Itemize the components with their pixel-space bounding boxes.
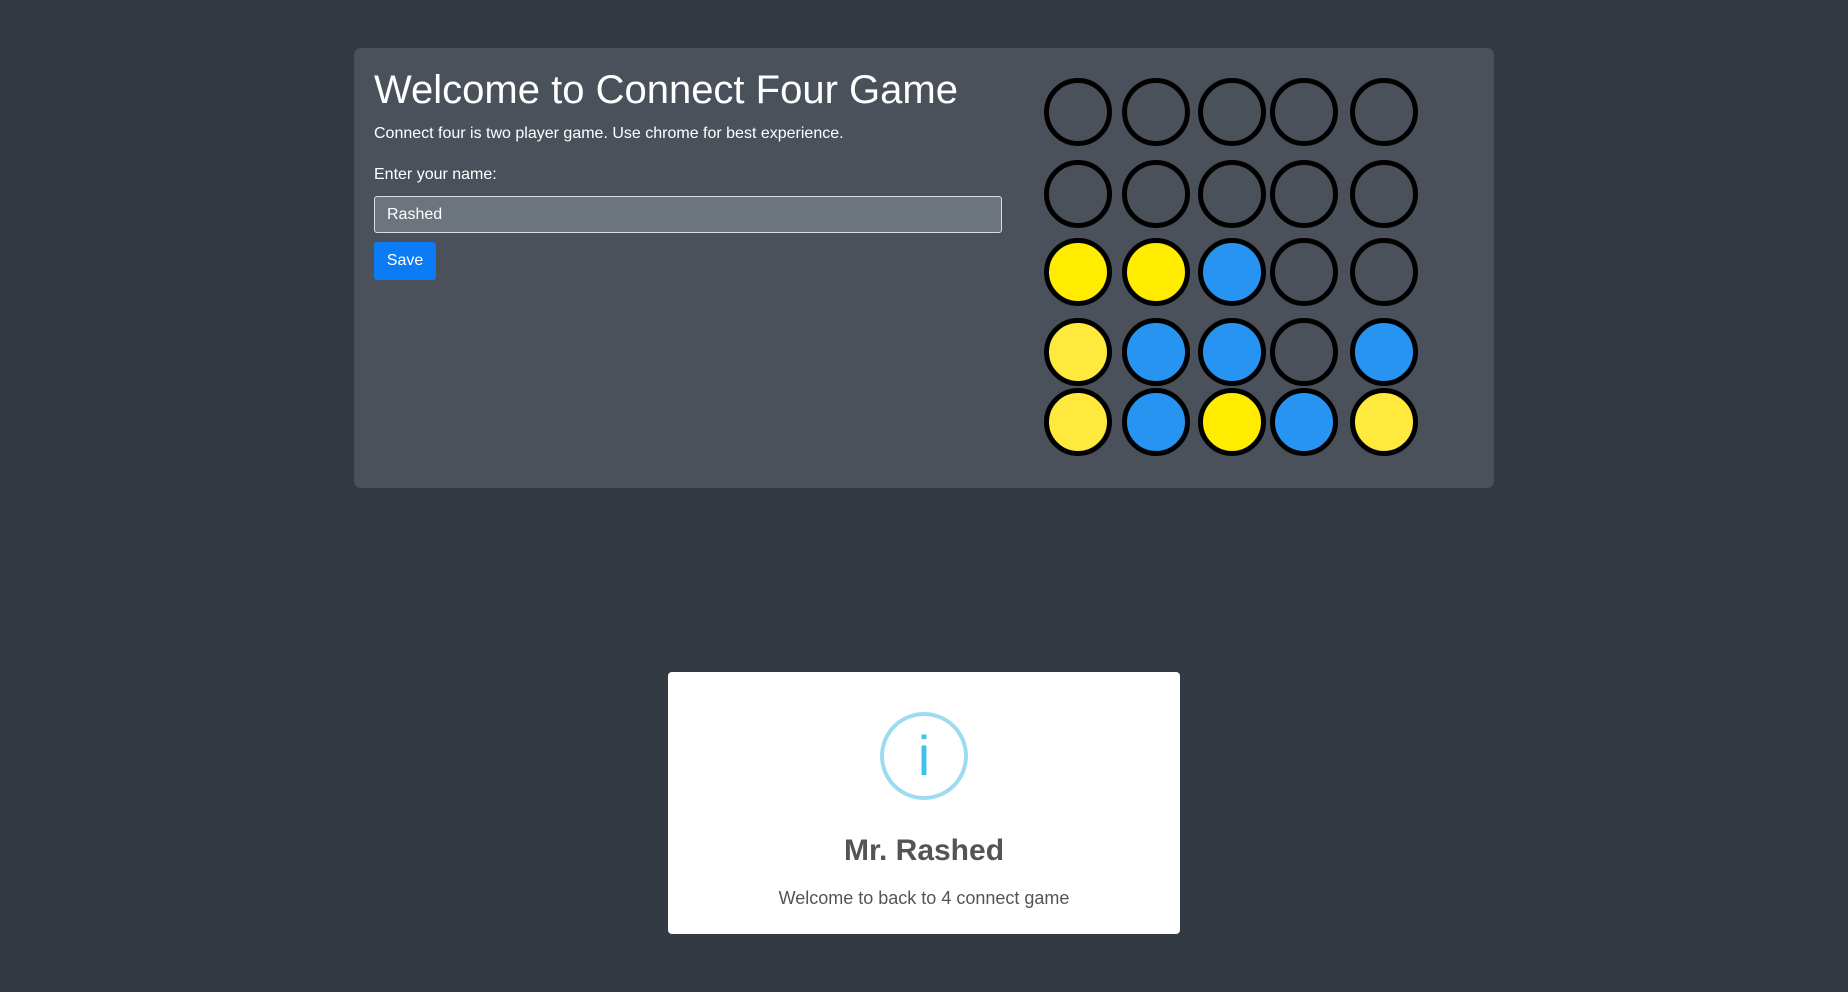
- board-slot-r1-c4[interactable]: [1270, 78, 1338, 146]
- board-slot-r2-c2[interactable]: [1122, 160, 1190, 228]
- board-slot-r2-c1[interactable]: [1044, 160, 1112, 228]
- modal-text: Welcome to back to 4 connect game: [778, 888, 1070, 908]
- board-slot-r3-c5[interactable]: [1350, 238, 1418, 306]
- board-slot-r1-c1[interactable]: [1044, 78, 1112, 146]
- board-slot-r2-c5[interactable]: [1350, 160, 1418, 228]
- welcome-modal: i Mr. Rashed Welcome to back to 4 connec…: [668, 672, 1180, 934]
- board-slot-r4-c3[interactable]: [1198, 318, 1266, 386]
- board-slot-r5-c4[interactable]: [1270, 388, 1338, 456]
- board-slot-r3-c2[interactable]: [1122, 238, 1190, 306]
- board-slot-r3-c3[interactable]: [1198, 238, 1266, 306]
- page: Welcome to Connect Four Game Connect fou…: [0, 0, 1848, 992]
- board-slot-r1-c5[interactable]: [1350, 78, 1418, 146]
- board-slot-r1-c2[interactable]: [1122, 78, 1190, 146]
- board-slot-r3-c1[interactable]: [1044, 238, 1112, 306]
- board-slot-r5-c3[interactable]: [1198, 388, 1266, 456]
- game-card: Welcome to Connect Four Game Connect fou…: [354, 48, 1494, 488]
- board-slot-r5-c1[interactable]: [1044, 388, 1112, 456]
- board-slot-r4-c2[interactable]: [1122, 318, 1190, 386]
- board-slot-r2-c3[interactable]: [1198, 160, 1266, 228]
- board-slot-r3-c4[interactable]: [1270, 238, 1338, 306]
- board-slot-r4-c1[interactable]: [1044, 318, 1112, 386]
- board-slot-r1-c3[interactable]: [1198, 78, 1266, 146]
- modal-title: Mr. Rashed: [843, 834, 1005, 867]
- info-icon: i: [880, 712, 968, 800]
- board-slot-r4-c5[interactable]: [1350, 318, 1418, 386]
- board-slot-r5-c2[interactable]: [1122, 388, 1190, 456]
- board-slot-r4-c4[interactable]: [1270, 318, 1338, 386]
- board-slot-r5-c5[interactable]: [1350, 388, 1418, 456]
- game-board: [354, 48, 1494, 488]
- board-slot-r2-c4[interactable]: [1270, 160, 1338, 228]
